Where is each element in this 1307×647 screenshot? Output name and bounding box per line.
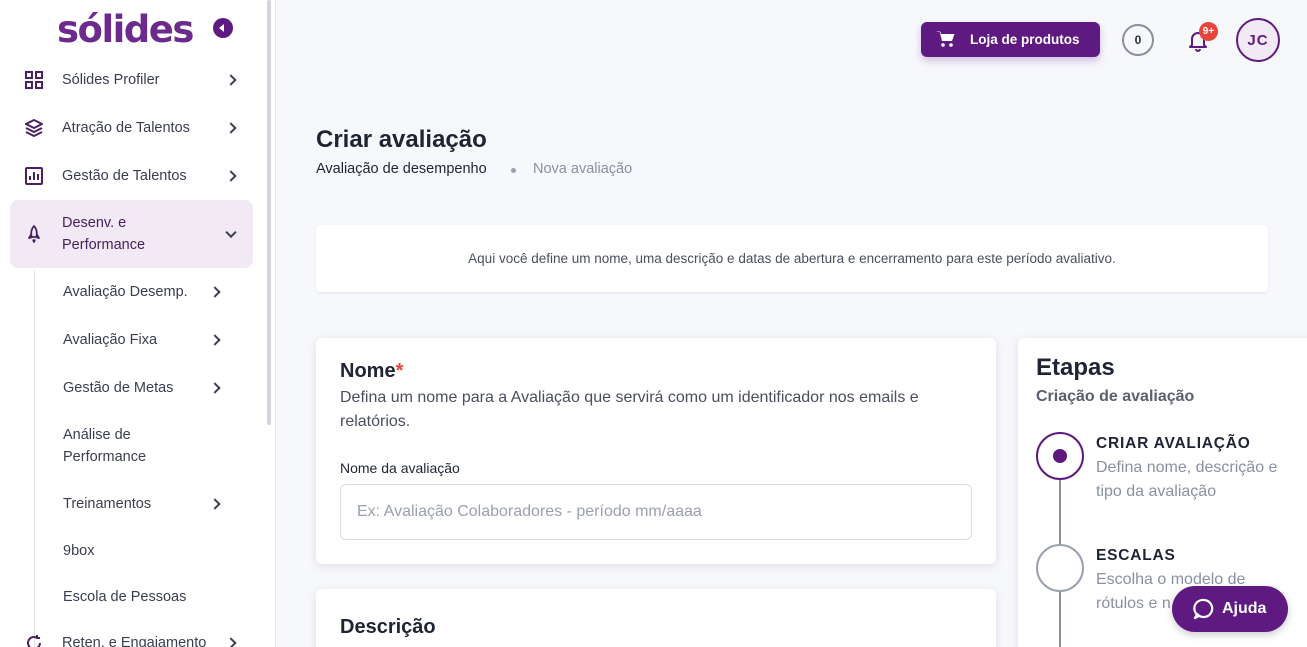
description-card: Descrição (316, 589, 996, 647)
subnav-item-analise-performance[interactable]: Análise de Performance (63, 424, 238, 468)
subnav-item-escola-pessoas[interactable]: Escola de Pessoas (63, 586, 238, 608)
refresh-icon (24, 633, 44, 647)
chevron-right-icon (209, 334, 221, 346)
steps-title: Etapas (1036, 354, 1115, 381)
subnav-line (34, 270, 35, 647)
name-card-title: Nome* (340, 360, 404, 382)
name-field-label: Nome da avaliação (340, 460, 460, 476)
chevron-right-icon (225, 170, 237, 182)
breadcrumb-separator (511, 168, 516, 173)
sidebar-item-label: Gestão de Talentos (62, 168, 187, 184)
sidebar-item-reten-engajamento[interactable]: Reten. e Engajamento (10, 620, 253, 647)
sidebar-item-label: Sólides Profiler (62, 72, 160, 88)
avatar[interactable]: JC (1236, 18, 1280, 62)
step-indicator-active[interactable] (1036, 432, 1084, 480)
chevron-down-icon (225, 226, 237, 239)
sidebar-item-label: Reten. e Engajamento (62, 635, 207, 647)
chevron-right-icon (209, 286, 221, 298)
chevron-right-icon (225, 74, 237, 86)
subnav-item-avaliacao-desemp[interactable]: Avaliação Desemp. (63, 281, 238, 303)
sidebar-item-solides-profiler[interactable]: Sólides Profiler (10, 57, 253, 103)
step-title: CRIAR AVALIAÇÃO (1096, 435, 1251, 452)
breadcrumb-current: Nova avaliação (533, 161, 633, 177)
step-description: Defina nome, descrição e tipo da avaliaç… (1096, 459, 1278, 500)
sidebar: sólides Sólides Profiler Atração de Tale… (0, 0, 276, 647)
chevron-right-icon (209, 498, 221, 510)
rocket-icon (24, 224, 44, 244)
required-mark: * (395, 360, 404, 382)
name-card: Nome* Defina um nome para a Avaliação qu… (316, 338, 996, 564)
collapse-sidebar-button[interactable] (213, 18, 233, 38)
info-banner: Aqui você define um nome, uma descrição … (316, 225, 1268, 292)
steps-subtitle: Criação de avaliação (1036, 388, 1195, 405)
bar-chart-icon (24, 166, 44, 186)
step-title: ESCALAS (1096, 547, 1176, 564)
page-title: Criar avaliação (316, 126, 487, 153)
breadcrumb-item[interactable]: Avaliação de desempenho (316, 161, 487, 177)
chevron-right-icon (209, 382, 221, 394)
subnav-item-9box[interactable]: 9box (63, 540, 238, 562)
step-indicator[interactable] (1036, 544, 1084, 592)
sidebar-item-label: Desenv. e Performance (62, 215, 146, 253)
cart-icon (936, 30, 956, 51)
grid-icon (24, 70, 44, 90)
info-text: Aqui você define um nome, uma descrição … (468, 251, 1116, 266)
coins-counter[interactable]: 0 (1122, 24, 1154, 56)
layers-icon (24, 118, 44, 138)
name-card-description: Defina um nome para a Avaliação que serv… (340, 389, 919, 430)
name-input[interactable] (340, 484, 972, 540)
sidebar-item-label: Atração de Talentos (62, 120, 190, 136)
sidebar-item-gestao-talentos[interactable]: Gestão de Talentos (10, 153, 253, 199)
chat-bubble-icon (1193, 598, 1215, 625)
help-button-label: Ajuda (1222, 600, 1267, 617)
description-card-title: Descrição (340, 616, 436, 638)
sidebar-item-atracao-talentos[interactable]: Atração de Talentos (10, 105, 253, 151)
chevron-right-icon (225, 637, 237, 647)
subnav-item-avaliacao-fixa[interactable]: Avaliação Fixa (63, 329, 238, 351)
help-button[interactable]: Ajuda (1172, 586, 1288, 632)
subnav-item-treinamentos[interactable]: Treinamentos (63, 493, 238, 515)
notification-badge: 9+ (1199, 22, 1218, 41)
solides-logo[interactable]: sólides (57, 8, 194, 51)
sidebar-item-desenv-performance[interactable]: Desenv. e Performance (10, 200, 253, 268)
store-button-label: Loja de produtos (970, 32, 1080, 47)
chevron-right-icon (225, 122, 237, 134)
subnav-item-gestao-metas[interactable]: Gestão de Metas (63, 377, 238, 399)
store-button[interactable]: Loja de produtos (921, 22, 1100, 57)
sidebar-scrollbar[interactable] (267, 0, 271, 425)
